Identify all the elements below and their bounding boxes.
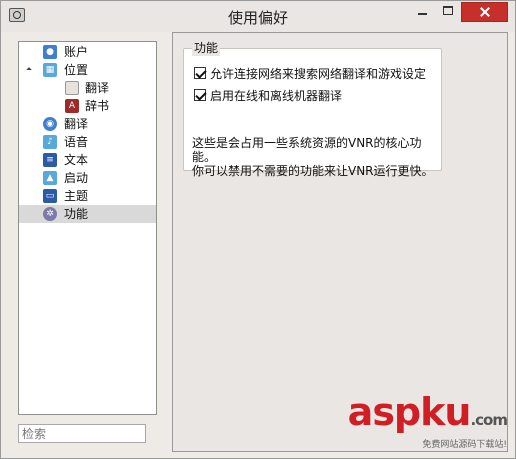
- checkbox-checked-icon[interactable]: [194, 67, 206, 79]
- sidebar-tree[interactable]: ● 账户 ▦ 位置 翻译 A 辞书 ◉ 翻译 ♪ 语音 ≡ 文本 ▲ 启动 ▭ …: [18, 41, 157, 415]
- sidebar-item-dictionary[interactable]: A 辞书: [19, 97, 156, 115]
- checkbox-label: 允许连接网络来搜索网络翻译和游戏设定: [210, 67, 427, 81]
- sidebar-item-label: 账户: [64, 45, 89, 59]
- description-line: 这些是会占用一些系统资源的VNR的核心功: [192, 136, 422, 150]
- checkbox-checked-icon[interactable]: [194, 89, 206, 101]
- description-line: 你可以禁用不需要的功能来让VNR运行更快。: [192, 164, 434, 178]
- text-icon: ≡: [43, 153, 57, 167]
- globe-icon: ◉: [43, 117, 57, 131]
- rocket-icon: ▲: [43, 171, 57, 185]
- folder-icon: ▦: [43, 63, 57, 77]
- sidebar-item-label: 辞书: [85, 99, 110, 113]
- sidebar-item-theme[interactable]: ▭ 主题: [19, 187, 156, 205]
- description-line: 能。: [192, 150, 217, 164]
- sidebar-item-location[interactable]: ▦ 位置: [19, 61, 156, 79]
- sidebar-item-translation[interactable]: ◉ 翻译: [19, 115, 156, 133]
- site-watermark: aspku.com 免费网站源码下载站!: [347, 390, 508, 450]
- preferences-window: 使用偏好 ● 账户 ▦ 位置 翻译 A 辞书 ◉ 翻译 ♪ 语音 ≡ 文本 ▲ …: [0, 0, 516, 459]
- title-bar: 使用偏好: [1, 1, 515, 32]
- features-group: 功能 允许连接网络来搜索网络翻译和游戏设定 启用在线和离线机器翻译 这些是会占用…: [183, 40, 442, 178]
- sidebar-item-label: 语音: [64, 135, 89, 149]
- minimize-button[interactable]: [409, 2, 435, 22]
- sidebar-item-label: 主题: [64, 189, 89, 203]
- sidebar-item-features[interactable]: ✲ 功能: [19, 205, 156, 223]
- checkbox-label: 启用在线和离线机器翻译: [210, 89, 343, 103]
- book-icon: A: [65, 99, 79, 113]
- theme-icon: ▭: [43, 189, 57, 203]
- music-note-icon: ♪: [43, 135, 57, 149]
- sidebar-item-label: 翻译: [64, 117, 89, 131]
- sidebar-item-startup[interactable]: ▲ 启动: [19, 169, 156, 187]
- sidebar-item-account[interactable]: ● 账户: [19, 43, 156, 61]
- expand-arrow-icon[interactable]: [26, 67, 32, 73]
- maximize-button[interactable]: [435, 2, 461, 22]
- sidebar-item-translation-location[interactable]: 翻译: [19, 79, 156, 97]
- sidebar-item-label: 翻译: [85, 81, 110, 95]
- watermark-logo: aspku.com: [347, 390, 508, 434]
- note-icon: [65, 81, 79, 95]
- search-input[interactable]: [18, 424, 146, 443]
- sidebar-item-label: 文本: [64, 153, 89, 167]
- group-title: 功能: [192, 40, 221, 56]
- gear-icon: ✲: [43, 207, 57, 221]
- close-button[interactable]: [461, 2, 508, 22]
- settings-panel: 功能 允许连接网络来搜索网络翻译和游戏设定 启用在线和离线机器翻译 这些是会占用…: [172, 32, 508, 452]
- feature-description: 这些是会占用一些系统资源的VNR的核心功 能。 你可以禁用不需要的功能来让VNR…: [192, 136, 440, 178]
- sidebar-item-label: 位置: [64, 63, 89, 77]
- sidebar-item-text[interactable]: ≡ 文本: [19, 151, 156, 169]
- sidebar-item-label: 功能: [64, 207, 89, 221]
- sidebar-item-label: 启动: [64, 171, 89, 185]
- sidebar-item-voice[interactable]: ♪ 语音: [19, 133, 156, 151]
- person-icon: ●: [43, 45, 57, 59]
